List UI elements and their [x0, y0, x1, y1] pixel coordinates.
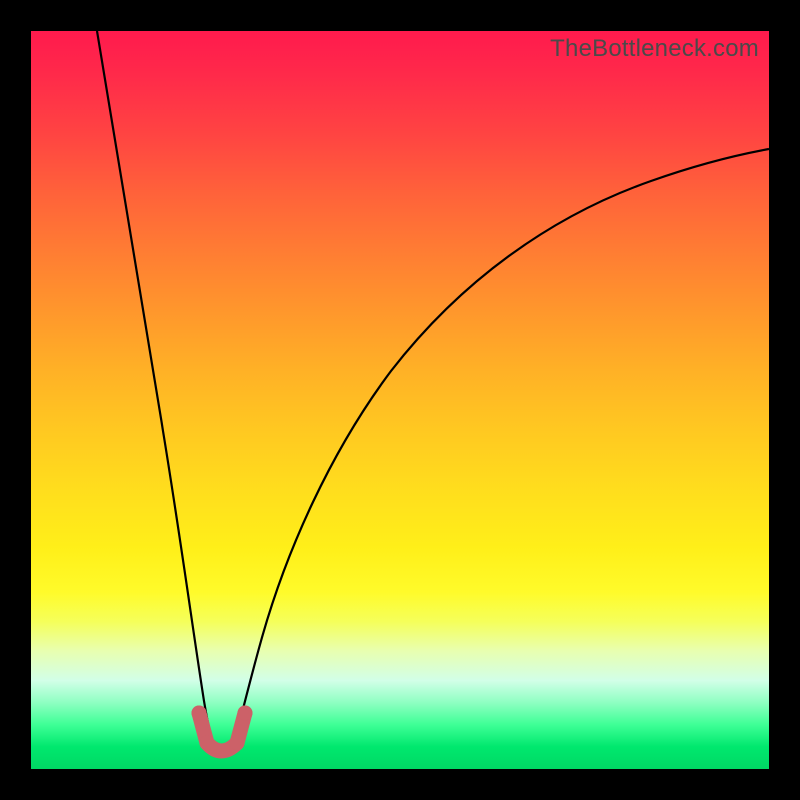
watermark-text: TheBottleneck.com [550, 35, 759, 63]
chart-plot-area: TheBottleneck.com [31, 31, 769, 769]
marker-dot-right-bottom [230, 736, 245, 751]
marker-dot-right-top [238, 706, 253, 721]
bottleneck-curve [31, 31, 769, 769]
curve-right-branch [231, 149, 769, 753]
curve-left-branch [97, 31, 217, 753]
optimal-region-marker [199, 713, 245, 751]
marker-dot-left-top [192, 706, 207, 721]
marker-dot-left-bottom [200, 736, 215, 751]
